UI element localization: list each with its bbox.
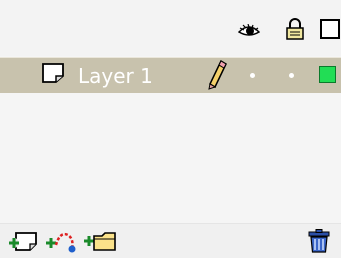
- trash-icon[interactable]: [307, 229, 331, 253]
- outline-color-swatch[interactable]: [319, 66, 336, 83]
- add-layer-icon[interactable]: [8, 229, 38, 253]
- lock-icon[interactable]: [286, 18, 304, 40]
- layer-row[interactable]: Layer 1: [0, 57, 341, 93]
- pencil-icon: [208, 60, 227, 90]
- layers-footer-toolbar: [0, 223, 341, 258]
- add-folder-icon[interactable]: [82, 229, 118, 253]
- layer-list-empty-area: [0, 93, 341, 223]
- outline-square-icon[interactable]: [320, 19, 340, 39]
- page-icon: [42, 63, 64, 83]
- layer-name[interactable]: Layer 1: [78, 62, 153, 90]
- timeline-layers-panel: Layer 1: [0, 0, 341, 258]
- add-motion-guide-icon[interactable]: [44, 229, 80, 253]
- visibility-toggle[interactable]: [250, 73, 255, 78]
- layers-header: [0, 0, 341, 56]
- lock-toggle[interactable]: [289, 73, 294, 78]
- eye-icon[interactable]: [238, 24, 260, 38]
